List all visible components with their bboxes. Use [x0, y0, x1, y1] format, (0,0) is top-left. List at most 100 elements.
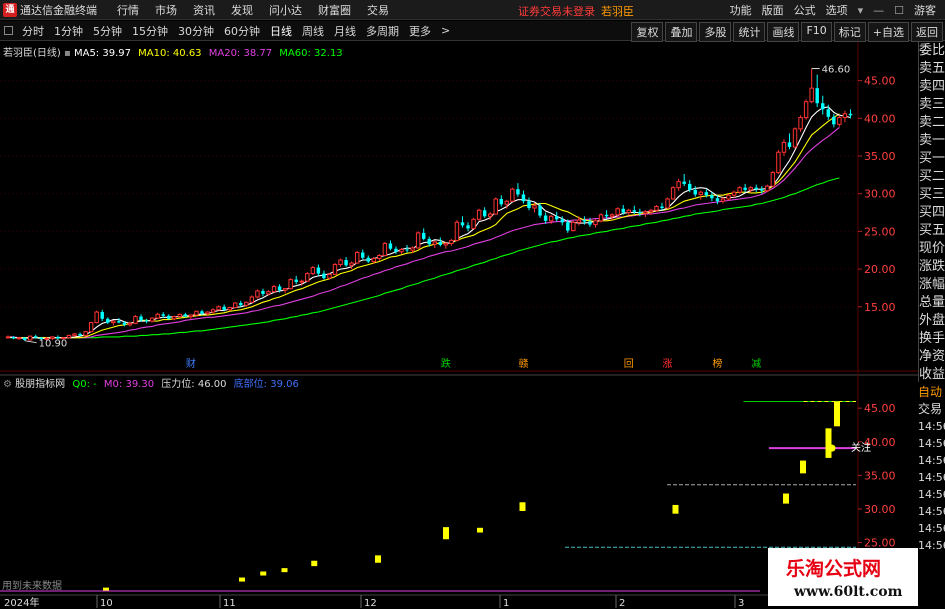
candle-body [277, 286, 282, 291]
period-more[interactable]: 更多 [404, 23, 436, 39]
candle-body [670, 187, 676, 200]
adjust-button[interactable]: 复权 [631, 22, 664, 42]
candle-body [516, 189, 520, 195]
main-y-tick-label: 15.00 [864, 301, 896, 314]
candle-body [172, 316, 177, 320]
candle-body [803, 101, 809, 119]
candle-body [349, 262, 354, 266]
chart-canvas[interactable]: 45.00 40.00 35.00 30.00 25.00 20.00 15.00 46.60… [0, 42, 918, 609]
candle-body [139, 316, 143, 321]
auto-trade-label[interactable]: 自动 [918, 384, 945, 401]
quote-label: 卖三 [919, 97, 945, 112]
candle-body [282, 288, 288, 291]
candle-body [332, 264, 338, 275]
period-15min[interactable]: 15分钟 [127, 23, 173, 39]
candle-body [554, 216, 559, 220]
candle-body [604, 214, 609, 217]
trade-label[interactable]: 交易 [918, 401, 945, 418]
statistics-button[interactable]: 统计 [733, 22, 766, 42]
trade-time: 14:56 [918, 454, 945, 467]
focus-label: 关注 [851, 441, 871, 454]
candle-body [310, 267, 316, 275]
menu-wealth-circle[interactable]: 财富圈 [310, 2, 359, 18]
period-60min[interactable]: 60分钟 [219, 23, 265, 39]
candle-body [16, 337, 22, 340]
ma5-legend: MA5: 39.97 [73, 48, 131, 59]
more-chevron-icon[interactable]: > [436, 24, 455, 37]
toolbar-toggle-icon[interactable] [4, 26, 13, 35]
candle-body [78, 333, 82, 336]
menu-formula[interactable]: 公式 [789, 2, 821, 18]
candle-body [122, 322, 127, 325]
quote-label: 卖五 [919, 61, 945, 76]
minimize-icon[interactable]: — [868, 4, 889, 17]
candle-body [532, 205, 537, 209]
candle-body [776, 151, 781, 174]
candle-body [316, 267, 321, 274]
high-price-label: 46.60 [822, 65, 851, 76]
candle-body [566, 222, 570, 231]
candle-body [521, 194, 526, 202]
multi-stock-button[interactable]: 多股 [699, 22, 732, 42]
quote-label: 委比 [919, 43, 945, 58]
period-daily[interactable]: 日线 [265, 23, 297, 39]
quote-column: 委比 卖五 卖四 卖三 卖二 卖一 买一 买二 买三 买四 买五 现价 涨跌 涨… [918, 42, 945, 382]
overlay-button[interactable]: 叠加 [665, 22, 698, 42]
candle-body [476, 209, 482, 220]
candle-body [66, 334, 72, 339]
candle-body [421, 232, 426, 239]
menu-discover[interactable]: 发现 [223, 2, 261, 18]
mark-button[interactable]: 标记 [833, 22, 866, 42]
candle-body [167, 315, 171, 319]
quote-label: 换手 [919, 331, 945, 346]
guest-user[interactable]: 游客 [909, 2, 941, 18]
period-weekly[interactable]: 周线 [297, 23, 329, 39]
draw-line-button[interactable]: 画线 [767, 22, 800, 42]
candle-body [106, 318, 110, 323]
candle-body [415, 232, 421, 249]
settings-icon[interactable]: ⚙ [3, 379, 12, 390]
menu-quotes[interactable]: 行情 [109, 2, 147, 18]
menu-ask[interactable]: 问小达 [261, 2, 310, 18]
f10-button[interactable]: F10 [801, 22, 832, 42]
quote-label: 涨幅 [919, 277, 945, 292]
candle-body [366, 257, 370, 262]
candle-body [33, 336, 38, 338]
candle-body [244, 301, 249, 306]
menu-options[interactable]: 选项 [821, 2, 853, 18]
trade-time: 14:56 [918, 437, 945, 450]
menu-arrow-icon[interactable]: ▾ [853, 4, 869, 17]
candle-body [482, 210, 487, 217]
period-monthly[interactable]: 月线 [329, 23, 361, 39]
candle-body [609, 214, 615, 217]
main-y-tick-label: 25.00 [864, 225, 896, 238]
period-1min[interactable]: 1分钟 [49, 23, 88, 39]
grid-layer [0, 42, 918, 596]
maximize-icon[interactable]: ☐ [889, 4, 909, 17]
candle-body [338, 259, 343, 266]
candle-body [27, 335, 33, 341]
add-watchlist-button[interactable]: +自选 [867, 22, 909, 42]
candle-body [194, 310, 199, 316]
app-title: 通达信金融终端 [20, 3, 97, 17]
period-5min[interactable]: 5分钟 [88, 23, 127, 39]
indicator-bar [783, 493, 789, 504]
ma5-polyline [7, 106, 851, 339]
candle-body [809, 87, 814, 103]
candle-body [837, 117, 842, 125]
menu-trade[interactable]: 交易 [359, 2, 397, 18]
period-intraday[interactable]: 分时 [17, 23, 49, 39]
menu-news[interactable]: 资讯 [185, 2, 223, 18]
back-button[interactable]: 返回 [911, 22, 943, 42]
menu-layout[interactable]: 版面 [757, 2, 789, 18]
period-30min[interactable]: 30分钟 [173, 23, 219, 39]
candle-body [305, 273, 310, 282]
period-toolbar: 分时 1分钟 5分钟 15分钟 30分钟 60分钟 日线 周线 月线 多周期 更… [0, 21, 945, 42]
app-logo-icon: 通 [3, 2, 17, 17]
menu-function[interactable]: 功能 [725, 2, 757, 18]
candle-body [233, 302, 238, 309]
menu-market[interactable]: 市场 [147, 2, 185, 18]
period-multi[interactable]: 多周期 [361, 23, 404, 39]
quote-label: 买三 [919, 187, 945, 202]
candle-body [88, 322, 94, 333]
